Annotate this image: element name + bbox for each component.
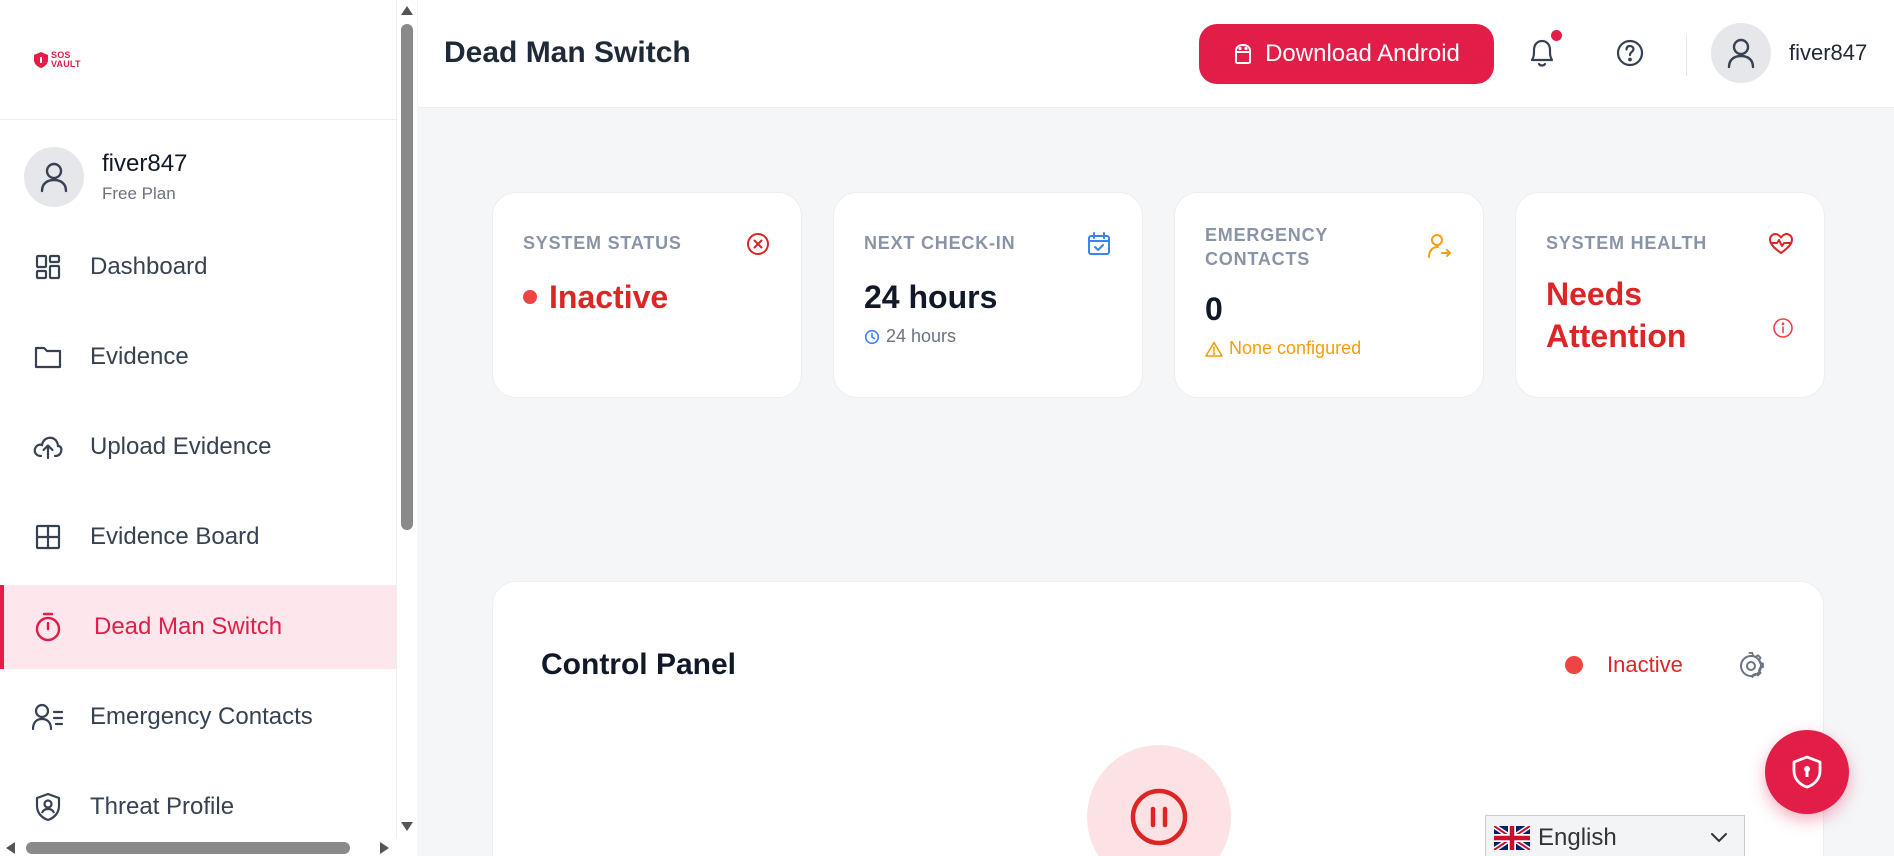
stat-label: SYSTEM HEALTH: [1546, 233, 1708, 253]
language-label: English: [1538, 824, 1617, 851]
sidebar-item-label: Evidence: [90, 343, 189, 370]
shield-logo-icon: [34, 51, 48, 68]
top-header: Dead Man Switch Download Android fiver84…: [418, 0, 1894, 108]
sidebar-vertical-scrollbar[interactable]: [397, 0, 417, 856]
user-icon: [1727, 38, 1755, 69]
sidebar-item-label: Evidence Board: [90, 523, 260, 550]
sos-fab-button[interactable]: [1765, 730, 1849, 814]
avatar: [1711, 23, 1771, 83]
system-health-value: Needs Attention: [1546, 273, 1794, 357]
chevron-down-icon: [1711, 833, 1727, 843]
scrollbar-thumb[interactable]: [401, 24, 413, 530]
app-logo[interactable]: SOS VAULT: [34, 50, 81, 69]
toggle-switch-button[interactable]: [1087, 745, 1231, 856]
sidebar: SOS VAULT fiver847 Free Plan Dashboard E…: [0, 0, 397, 856]
timer-icon: [32, 611, 64, 643]
sidebar-horizontal-scrollbar[interactable]: [0, 838, 397, 856]
sidebar-item-label: Threat Profile: [90, 793, 235, 820]
page-title: Dead Man Switch: [444, 36, 691, 69]
user-arrow-icon: [1428, 234, 1451, 258]
uk-flag-icon: [1494, 826, 1530, 850]
help-circle-icon: [1616, 39, 1644, 67]
heart-pulse-icon: [1769, 233, 1793, 254]
sidebar-item-threat-profile[interactable]: Threat Profile: [0, 765, 396, 849]
sidebar-item-evidence-board[interactable]: Evidence Board: [0, 495, 396, 579]
clock-icon: [864, 329, 880, 344]
info-icon[interactable]: [1772, 317, 1794, 339]
android-icon: [1235, 43, 1252, 64]
control-panel-status-label: Inactive: [1607, 652, 1683, 677]
scroll-up-arrow-icon[interactable]: [401, 6, 413, 15]
stat-label-line2: CONTACTS: [1205, 249, 1311, 269]
shield-alert-icon: [1792, 755, 1822, 789]
system-status-value: Inactive: [549, 279, 669, 315]
bell-icon: [1530, 39, 1554, 67]
system-health-line1: Needs: [1546, 276, 1643, 312]
sidebar-item-evidence[interactable]: Evidence: [0, 315, 396, 399]
sidebar-item-dead-man-switch[interactable]: Dead Man Switch: [0, 585, 396, 669]
system-health-line2: Attention: [1546, 318, 1687, 354]
contacts-icon: [32, 701, 64, 733]
folder-icon: [32, 341, 64, 373]
notification-badge: [1551, 30, 1562, 41]
dashboard-icon: [32, 251, 64, 283]
grid-icon: [32, 521, 64, 553]
control-panel-status: Inactive: [1565, 652, 1683, 678]
header-divider: [1686, 34, 1687, 76]
sidebar-user: fiver847 Free Plan: [0, 120, 396, 208]
download-android-label: Download Android: [1265, 40, 1460, 67]
system-health-card: SYSTEM HEALTH Needs Attention: [1515, 192, 1825, 398]
cloud-upload-icon: [32, 431, 64, 463]
stat-value: Inactive: [523, 279, 771, 316]
emergency-contacts-card: EMERGENCY CONTACTS 0 None configured: [1174, 192, 1484, 398]
sidebar-item-label: Dead Man Switch: [94, 613, 283, 640]
status-dot: [523, 289, 537, 304]
scroll-right-arrow-icon[interactable]: [380, 842, 389, 854]
notifications-button[interactable]: [1526, 30, 1562, 70]
sidebar-item-label: Upload Evidence: [90, 433, 272, 460]
next-checkin-value: 24 hours: [864, 279, 998, 315]
stat-label: NEXT CHECK-IN: [864, 233, 1016, 253]
logo-text-bottom: VAULT: [51, 58, 81, 69]
pause-icon: [1130, 788, 1188, 846]
emergency-contacts-sub: None configured: [1229, 338, 1362, 358]
next-checkin-card: NEXT CHECK-IN 24 hours 24 hours: [833, 192, 1143, 398]
sidebar-item-label: Dashboard: [90, 253, 208, 280]
sidebar-item-dashboard[interactable]: Dashboard: [0, 225, 396, 309]
stat-label: SYSTEM STATUS: [523, 233, 682, 253]
control-panel-title: Control Panel: [541, 648, 737, 681]
avatar: [24, 147, 84, 207]
sidebar-username: fiver847: [102, 150, 188, 177]
emergency-contacts-value: 0: [1205, 291, 1223, 327]
language-select[interactable]: English: [1485, 815, 1745, 856]
sidebar-nav: Dashboard Evidence Upload Evidence Evide…: [0, 225, 396, 855]
help-button[interactable]: [1615, 38, 1647, 70]
scroll-left-arrow-icon[interactable]: [6, 842, 15, 854]
system-status-card: SYSTEM STATUS Inactive: [492, 192, 802, 398]
shield-user-icon: [32, 791, 64, 823]
logo-area: SOS VAULT: [0, 0, 396, 120]
stat-label-line1: EMERGENCY: [1205, 225, 1329, 245]
sidebar-item-upload-evidence[interactable]: Upload Evidence: [0, 405, 396, 489]
status-dot: [1565, 656, 1583, 674]
x-circle-icon: [747, 233, 769, 255]
download-android-button[interactable]: Download Android: [1199, 24, 1494, 84]
settings-button[interactable]: [1737, 652, 1765, 680]
user-menu[interactable]: fiver847: [1711, 23, 1867, 83]
header-username: fiver847: [1789, 40, 1868, 65]
next-checkin-sub: 24 hours: [886, 326, 957, 346]
user-icon: [40, 162, 68, 193]
sidebar-plan: Free Plan: [102, 184, 176, 203]
scroll-down-arrow-icon[interactable]: [401, 822, 413, 831]
scrollbar-thumb[interactable]: [26, 842, 350, 854]
sidebar-item-emergency-contacts[interactable]: Emergency Contacts: [0, 675, 396, 759]
gear-icon: [1740, 652, 1764, 678]
warning-icon: [1205, 341, 1223, 357]
calendar-check-icon: [1088, 232, 1110, 255]
sidebar-item-label: Emergency Contacts: [90, 703, 313, 730]
